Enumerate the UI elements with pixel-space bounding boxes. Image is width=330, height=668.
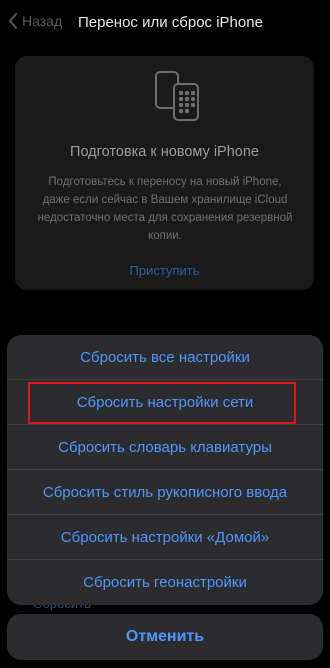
- chevron-left-icon: [9, 13, 17, 29]
- reset-action-sheet: Сбросить все настройки Сбросить настройк…: [7, 335, 323, 605]
- cancel-button[interactable]: Отменить: [7, 614, 323, 660]
- prepare-new-iphone-card: Подготовка к новому iPhone Подготовьтесь…: [15, 56, 314, 290]
- two-phones-icon: [155, 71, 199, 121]
- reset-home-screen-layout-button[interactable]: Сбросить настройки «Домой»: [7, 515, 323, 559]
- reset-keyboard-dictionary-button[interactable]: Сбросить словарь клавиатуры: [7, 425, 323, 469]
- card-description: Подготовьтесь к переносу на новый iPhone…: [37, 176, 293, 242]
- back-label: Назад: [22, 13, 63, 29]
- navigation-bar: Назад Перенос или сброс iPhone: [0, 0, 330, 46]
- card-title: Подготовка к новому iPhone: [70, 144, 259, 160]
- reset-all-settings-button[interactable]: Сбросить все настройки: [7, 335, 323, 379]
- highlight-box: [28, 382, 296, 424]
- reset-location-privacy-button[interactable]: Сбросить геонастройки: [7, 560, 323, 604]
- back-button[interactable]: Назад: [8, 13, 62, 29]
- get-started-link[interactable]: Приступить: [15, 263, 314, 278]
- page-title: Перенос или сброс iPhone: [78, 14, 263, 31]
- reset-handwriting-style-button[interactable]: Сбросить стиль рукописного ввода: [7, 470, 323, 514]
